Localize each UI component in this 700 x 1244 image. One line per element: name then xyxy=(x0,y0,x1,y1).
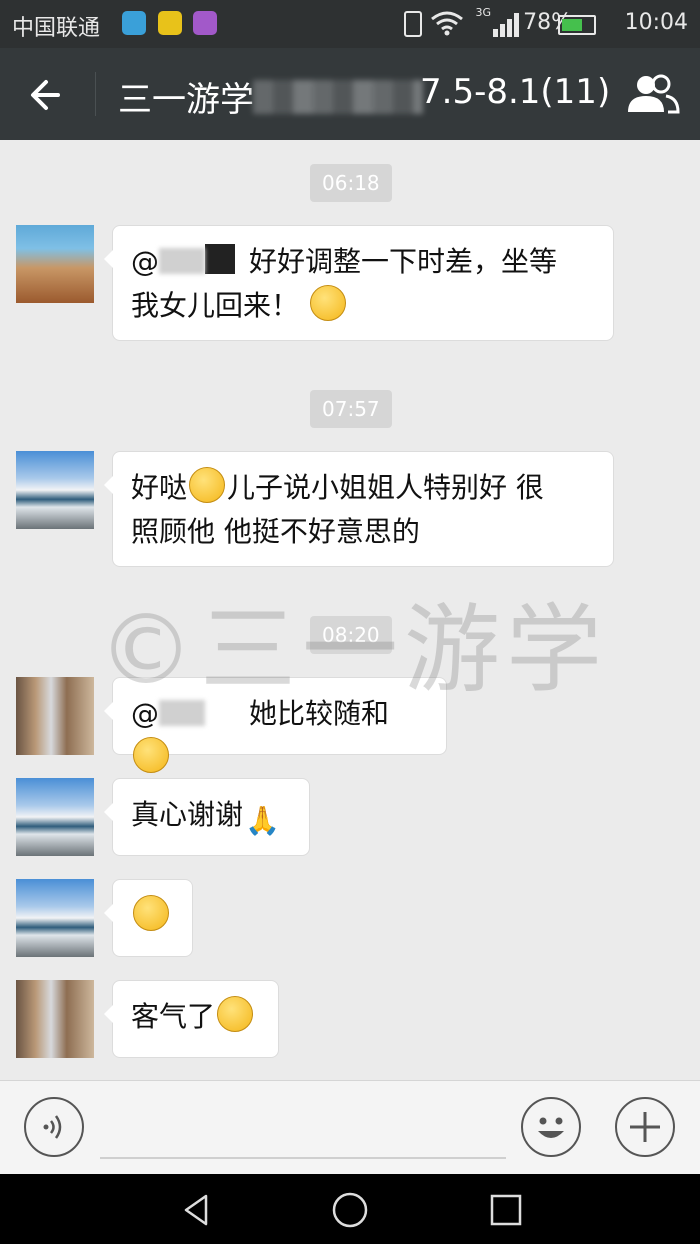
message-bubble[interactable]: 好哒 儿子说小姐姐人特别好 很 照顾他 他挺不好意思的 xyxy=(104,451,614,567)
message-text: 好哒 xyxy=(131,471,188,504)
battery-icon xyxy=(558,15,596,35)
mention: @ xyxy=(131,245,159,278)
more-button[interactable] xyxy=(615,1097,675,1157)
clock: 10:04 xyxy=(624,10,688,35)
avatar[interactable] xyxy=(16,451,94,529)
chat-title: 三一游学 xyxy=(118,80,254,120)
chat-title-suffix: 7.5-8.1(11) xyxy=(420,72,611,112)
message-text: 好好调整一下时差，坐等 xyxy=(249,245,558,278)
vibrate-icon xyxy=(404,11,422,37)
message-bubble[interactable]: 真心谢谢🙏 xyxy=(104,778,310,856)
title-redacted-blur xyxy=(253,80,423,114)
message-text-line2: 我女儿回来！ xyxy=(131,289,300,322)
timestamp: 07:57 xyxy=(310,390,392,428)
network-type: 3G xyxy=(475,6,491,19)
voice-button[interactable] xyxy=(24,1097,84,1157)
message-text: 真心谢谢 xyxy=(131,798,244,831)
circle-home-icon[interactable] xyxy=(330,1190,370,1230)
battery-level-fill xyxy=(562,19,582,31)
message-bubble[interactable]: 客气了 xyxy=(104,980,279,1058)
message-bubble[interactable] xyxy=(104,879,193,957)
triangle-back-icon[interactable] xyxy=(176,1190,216,1230)
message-text-line2: 照顾他 他挺不好意思的 xyxy=(131,515,420,548)
emoji-face-icon xyxy=(538,1117,564,1138)
message-text-continued: 儿子说小姐姐人特别好 很 xyxy=(227,471,544,504)
mention-redacted-mask xyxy=(205,244,235,274)
avatar[interactable] xyxy=(16,980,94,1058)
avatar[interactable] xyxy=(16,225,94,303)
timestamp: 08:20 xyxy=(310,616,392,654)
plus-icon xyxy=(630,1112,660,1142)
voice-icon xyxy=(43,1115,62,1139)
gallery-app-icon xyxy=(193,11,217,35)
title-bar: 三一游学 7.5-8.1(11) xyxy=(0,48,700,140)
avatar[interactable] xyxy=(16,879,94,957)
emoji-button[interactable] xyxy=(521,1097,581,1157)
chat-message-list[interactable]: 06:18 @ 好好调整一下时差，坐等 我女儿回来！ 07:57 好哒 儿子说小姐姐… xyxy=(0,140,700,1080)
arrow-left-icon[interactable] xyxy=(22,72,72,118)
wifi-icon xyxy=(431,11,463,36)
group-members-icon[interactable] xyxy=(624,72,680,116)
message-bubble[interactable]: @ 好好调整一下时差，坐等 我女儿回来！ xyxy=(104,225,614,341)
smile-emoji xyxy=(309,285,346,321)
pray-emoji: 🙏 xyxy=(245,804,280,837)
message-text: 客气了 xyxy=(131,1000,216,1033)
notification-app-icon xyxy=(122,11,146,35)
avatar[interactable] xyxy=(16,677,94,755)
navigation-bar xyxy=(0,1174,700,1244)
heart-eyes-emoji xyxy=(217,996,254,1032)
message-text: 她比较随和 xyxy=(249,697,390,730)
carrier-label: 中国联通 xyxy=(12,16,101,41)
square-recent-icon[interactable] xyxy=(486,1190,526,1230)
mention-redacted xyxy=(159,248,205,274)
mention: @ xyxy=(131,697,159,730)
status-bar: 中国联通 3G 78% 10:04 xyxy=(0,0,700,48)
message-bubble[interactable]: @ 她比较随和 xyxy=(104,677,447,773)
avatar[interactable] xyxy=(16,778,94,856)
mention-redacted xyxy=(159,700,205,726)
notification-app-icon xyxy=(158,11,182,35)
blush-emoji xyxy=(133,737,169,773)
input-bar xyxy=(0,1080,700,1175)
signal-icon xyxy=(493,13,519,37)
grin-emoji xyxy=(133,895,169,931)
timestamp: 06:18 xyxy=(310,164,392,202)
title-divider xyxy=(95,72,96,116)
grin-emoji xyxy=(189,467,226,503)
message-input[interactable] xyxy=(100,1157,506,1159)
